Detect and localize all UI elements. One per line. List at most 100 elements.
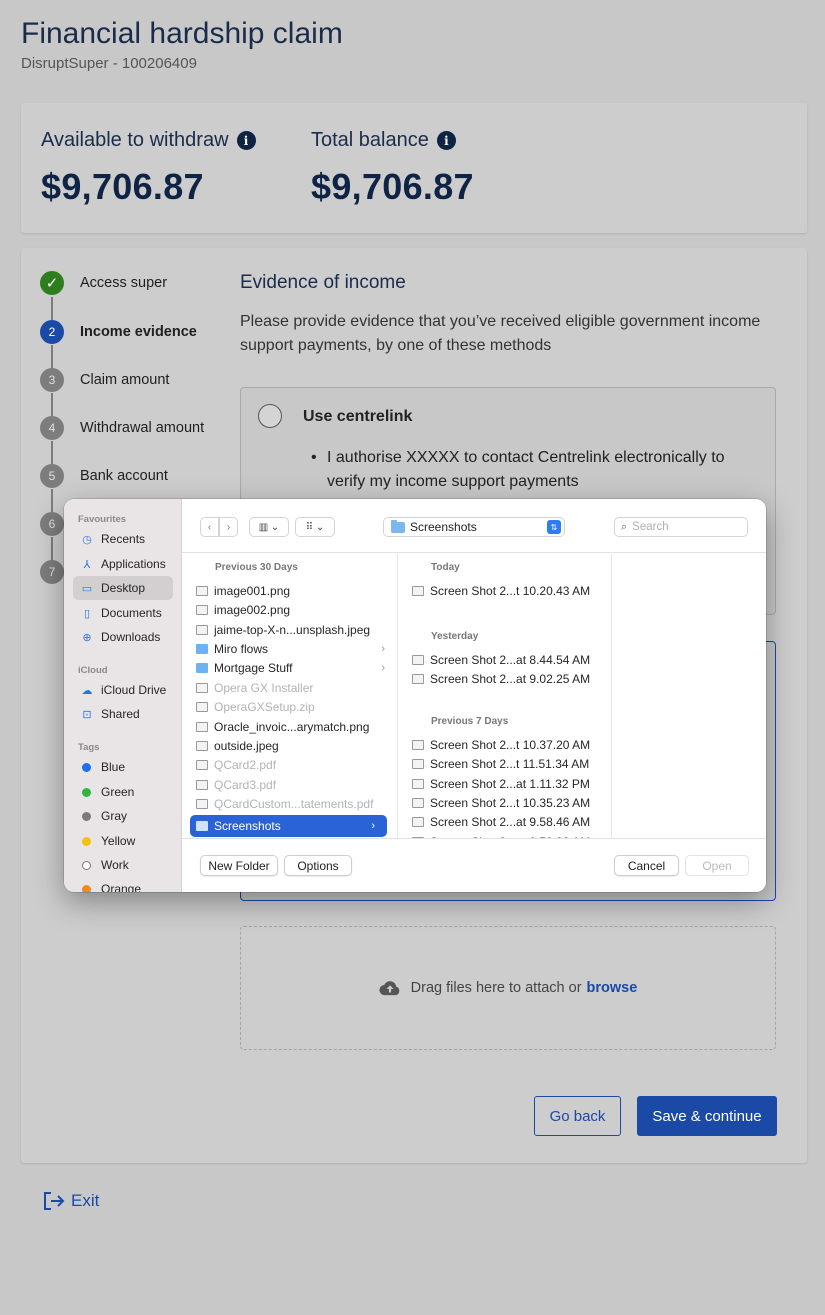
folder-row[interactable]: Mortgage Stuff › xyxy=(182,659,397,679)
file-dropzone[interactable]: Drag files here to attach or browse xyxy=(240,926,776,1050)
sidebar-item-label: Yellow xyxy=(101,834,136,848)
file-row[interactable]: jaime-top-X-n...unsplash.jpeg xyxy=(182,620,397,640)
exit-icon xyxy=(44,1192,65,1210)
file-row[interactable]: Screen Shot 2...t 11.51.34 AM xyxy=(398,754,611,774)
file-row[interactable]: image002.png xyxy=(182,600,397,620)
sidebar-item-applications[interactable]: ⅄ Applications xyxy=(73,552,173,576)
dropzone-text: Drag files here to attach or xyxy=(410,980,582,996)
file-name: Screen Shot 2...t 11.51.34 AM xyxy=(430,757,590,772)
page-subtitle: DisruptSuper - 100206409 xyxy=(21,55,197,72)
screenshot-file-icon xyxy=(412,739,424,750)
sidebar-item-label: Applications xyxy=(101,557,166,571)
info-icon[interactable]: i xyxy=(436,131,456,150)
file-row[interactable]: Screen Shot 2...t 10.37.20 AM xyxy=(398,735,611,755)
balance-card: Available to withdraw i $9,706.87 Total b… xyxy=(21,103,807,233)
sidebar-item-downloads[interactable]: ⊕ Downloads xyxy=(73,625,173,649)
back-nav-button[interactable]: ‹ xyxy=(200,517,219,537)
file-name: QCard2.pdf xyxy=(214,758,277,773)
sidebar-item-label: Recents xyxy=(101,532,146,546)
location-select[interactable]: Screenshots ⇅ xyxy=(383,517,565,537)
file-name: outside.jpeg xyxy=(214,738,279,753)
save-continue-button[interactable]: Save & continue xyxy=(637,1096,777,1136)
go-back-button[interactable]: Go back xyxy=(534,1096,621,1136)
file-name: Screen Shot 2...t 10.37.20 AM xyxy=(430,737,591,752)
file-name: Miro flows xyxy=(214,641,269,656)
file-row[interactable]: outside.jpeg xyxy=(182,736,397,756)
step-claim-amount: 3 Claim amount xyxy=(40,368,169,392)
exit-label: Exit xyxy=(71,1191,100,1210)
sidebar-tag-yellow[interactable]: Yellow xyxy=(73,829,173,853)
step-bank-account: 5 Bank account xyxy=(40,464,168,488)
folder-row[interactable]: Miro flows › xyxy=(182,639,397,659)
folder-row[interactable]: Screenshots › xyxy=(190,814,387,837)
file-row[interactable]: Oracle_invoic...arymatch.png xyxy=(182,717,397,737)
file-name: OperaGXSetup.zip xyxy=(214,700,315,715)
shared-folder-icon: ⊡ xyxy=(82,708,92,721)
dialog-footer: New Folder Options Cancel Open xyxy=(182,838,766,892)
up-down-chevron-icon: ⇅ xyxy=(547,520,561,534)
file-row[interactable]: Screen Shot 2...at 8.44.54 AM xyxy=(398,650,611,670)
tag-dot-icon xyxy=(82,762,91,772)
forward-nav-button[interactable]: › xyxy=(219,517,238,537)
dialog-sidebar: Favourites ◷ Recents ⅄ Applications ▭ Deskt… xyxy=(64,499,182,892)
tag-dot-icon xyxy=(82,836,91,846)
sidebar-tag-work[interactable]: Work xyxy=(73,853,173,877)
group-button[interactable]: ⠿ ⌄ xyxy=(295,517,335,537)
file-row[interactable]: Screen Shot 2...at 9.58.46 AM xyxy=(398,813,611,833)
step-7: 7 xyxy=(40,560,64,584)
sidebar-item-shared[interactable]: ⊡ Shared xyxy=(73,702,173,726)
sidebar-tag-green[interactable]: Green xyxy=(73,780,173,804)
centrelink-radio[interactable] xyxy=(258,404,282,428)
sidebar-item-desktop[interactable]: ▭ Desktop xyxy=(73,576,173,600)
file-name: Mortgage Stuff xyxy=(214,661,293,676)
dialog-toolbar: ‹ › ▥ ⌄ ⠿ ⌄ Screenshots ⇅ ⌕ Search xyxy=(182,499,766,553)
tag-dot-icon xyxy=(82,884,91,892)
file-name: Screen Shot 2...t 10.20.43 AM xyxy=(430,583,591,598)
tag-dot-icon xyxy=(82,860,91,870)
file-row[interactable]: OperaGXSetup.zip xyxy=(182,697,397,717)
chevron-right-icon: › xyxy=(381,662,385,675)
file-row[interactable]: Screen Shot 2...t 10.20.43 AM xyxy=(398,581,611,601)
file-name: Opera GX Installer xyxy=(214,680,314,695)
sidebar-tag-gray[interactable]: Gray xyxy=(73,804,173,828)
sidebar-tag-blue[interactable]: Blue xyxy=(73,755,173,779)
sidebar-item-recents[interactable]: ◷ Recents xyxy=(73,527,173,551)
browse-link[interactable]: browse xyxy=(587,980,638,996)
info-icon[interactable]: i xyxy=(236,131,256,150)
group-header: Yesterday xyxy=(431,630,479,642)
open-button[interactable]: Open xyxy=(685,855,749,876)
sidebar-item-icloud-drive[interactable]: ☁ iCloud Drive xyxy=(73,678,173,702)
sidebar-item-documents[interactable]: ▯ Documents xyxy=(73,601,173,625)
file-row[interactable]: Screen Shot 2...at 1.11.32 PM xyxy=(398,774,611,794)
step-number: 2 xyxy=(40,320,64,344)
file-icon xyxy=(196,702,208,713)
sidebar-tag-orange[interactable]: Orange xyxy=(73,877,173,892)
cancel-button[interactable]: Cancel xyxy=(614,855,679,876)
file-row[interactable]: Screen Shot 2...at 9.02.25 AM xyxy=(398,669,611,689)
page-title: Financial hardship claim xyxy=(21,17,343,50)
available-balance: Available to withdraw i $9,706.87 xyxy=(41,129,256,208)
section-title: Evidence of income xyxy=(240,272,406,293)
clock-icon: ◷ xyxy=(82,533,92,546)
view-mode-button[interactable]: ▥ ⌄ xyxy=(249,517,289,537)
exit-link[interactable]: Exit xyxy=(43,1191,99,1211)
search-input[interactable]: ⌕ Search xyxy=(614,517,748,537)
group-header: Today xyxy=(431,561,460,573)
sidebar-item-label: Work xyxy=(101,858,129,872)
file-row[interactable]: image001.png xyxy=(182,581,397,601)
sidebar-item-label: Desktop xyxy=(101,581,146,595)
file-row[interactable]: Opera GX Installer xyxy=(182,678,397,698)
file-row[interactable]: QCard2.pdf xyxy=(182,756,397,776)
step-label: Access super xyxy=(80,275,168,291)
options-button[interactable]: Options xyxy=(284,855,352,876)
screenshot-file-icon xyxy=(412,778,424,789)
file-row[interactable]: QCard3.pdf xyxy=(182,775,397,795)
step-number: 6 xyxy=(40,512,64,536)
chevron-right-icon: › xyxy=(371,819,375,832)
file-name: Oracle_invoic...arymatch.png xyxy=(214,719,370,734)
new-folder-button[interactable]: New Folder xyxy=(200,855,278,876)
file-row[interactable]: Screen Shot 2...t 10.35.23 AM xyxy=(398,793,611,813)
step-connector xyxy=(51,537,53,561)
file-row[interactable]: QCardCustom...tatements.pdf xyxy=(182,794,397,814)
file-name: QCardCustom...tatements.pdf xyxy=(214,797,374,812)
